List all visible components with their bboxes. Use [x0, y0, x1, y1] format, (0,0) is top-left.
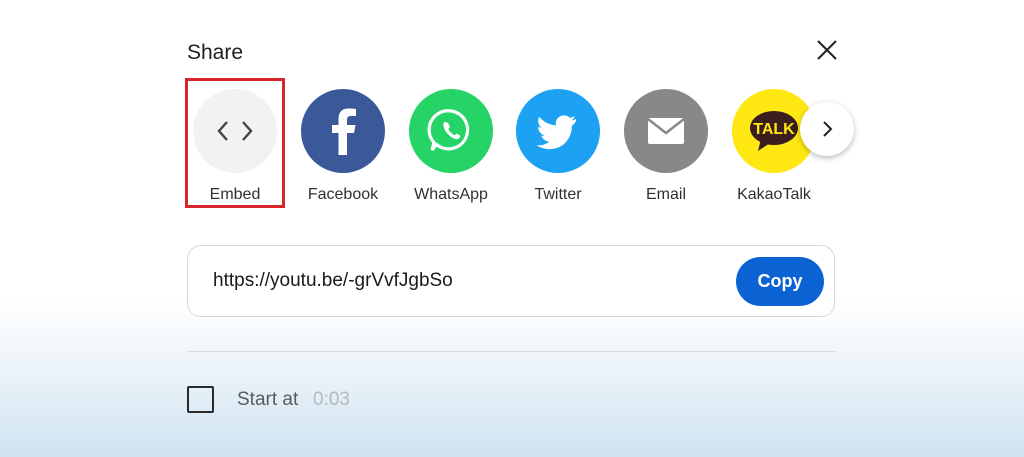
share-whatsapp-button[interactable]: WhatsApp [396, 89, 506, 209]
chevron-right-icon [823, 121, 833, 137]
kakaotalk-logo-text: TALK [753, 121, 795, 138]
share-label-embed: Embed [209, 186, 261, 203]
facebook-icon [301, 89, 385, 173]
share-dialog: Share Embed Facebook WhatsApp Twitter Em… [0, 0, 1024, 457]
share-options-row: Embed Facebook WhatsApp Twitter Email TA… [0, 0, 1024, 220]
share-url-box: https://youtu.be/-grVvfJgbSo Copy [187, 245, 835, 317]
share-label-twitter: Twitter [534, 186, 582, 203]
share-label-email: Email [645, 186, 686, 203]
share-url-text[interactable]: https://youtu.be/-grVvfJgbSo [213, 269, 453, 293]
share-embed-button[interactable]: Embed [180, 89, 290, 209]
share-label-facebook: Facebook [307, 186, 379, 203]
share-label-whatsapp: WhatsApp [414, 186, 488, 203]
twitter-bird-icon [516, 89, 600, 173]
copy-button[interactable]: Copy [736, 257, 824, 306]
next-share-options-button[interactable] [800, 102, 854, 156]
start-at-checkbox[interactable] [187, 386, 214, 413]
start-at-label: Start at [237, 389, 299, 410]
share-twitter-button[interactable]: Twitter [503, 89, 613, 209]
share-label-kakaotalk: KakaoTalk [737, 186, 811, 203]
divider [187, 351, 835, 352]
whatsapp-icon [409, 89, 493, 173]
share-email-button[interactable]: Email [611, 89, 721, 209]
start-at-time-field[interactable]: 0:03 [313, 389, 350, 411]
email-envelope-icon [624, 89, 708, 173]
share-facebook-button[interactable]: Facebook [288, 89, 398, 209]
embed-code-icon [193, 89, 277, 173]
